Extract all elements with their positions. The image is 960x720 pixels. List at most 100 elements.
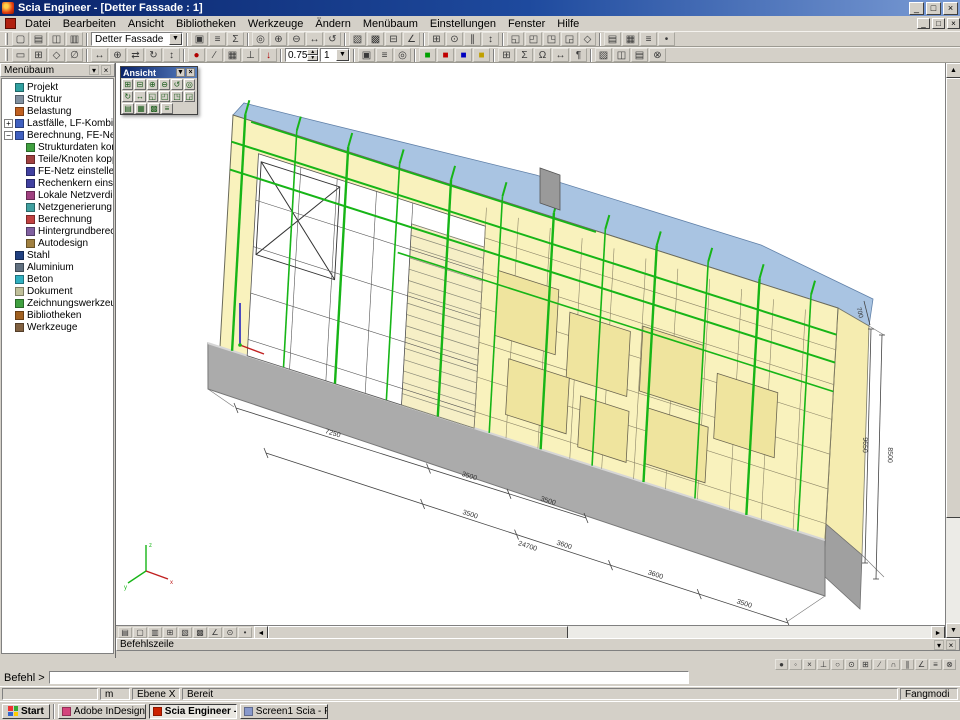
menu-bearbeiten[interactable]: Bearbeiten bbox=[57, 17, 122, 31]
status-snap-modes[interactable]: Fangmodi bbox=[900, 688, 958, 700]
activity-icon[interactable]: ▣ bbox=[358, 48, 375, 62]
task-button-adobe-indesign-c[interactable]: Adobe InDesign C... bbox=[58, 704, 146, 719]
menu-hilfe[interactable]: Hilfe bbox=[551, 17, 585, 31]
child-window-icon[interactable] bbox=[5, 18, 16, 29]
select-icon[interactable]: ▭ bbox=[12, 48, 29, 62]
pan-icon[interactable]: ↔ bbox=[306, 32, 323, 46]
menu-werkzeuge[interactable]: Werkzeuge bbox=[242, 17, 309, 31]
select-poly-icon[interactable]: ◇ bbox=[48, 48, 65, 62]
menu-ndern[interactable]: Ändern bbox=[309, 17, 356, 31]
tree-item-netzgenerierung[interactable]: Netzgenerierung bbox=[2, 201, 113, 213]
color-blue-icon[interactable]: ■ bbox=[455, 48, 472, 62]
wireframe-icon[interactable]: ▧ bbox=[349, 32, 366, 46]
task-button-screen1-scia-paint[interactable]: Screen1 Scia - Paint bbox=[240, 704, 328, 719]
zoom-window-icon[interactable]: ⊟ bbox=[134, 79, 145, 90]
copy-icon[interactable]: ⊕ bbox=[109, 48, 126, 62]
tree-item-strukturdaten-kontrollieren[interactable]: Strukturdaten kontrollieren bbox=[2, 141, 113, 153]
minimize-button[interactable]: _ bbox=[917, 18, 930, 29]
zoom-out-icon[interactable]: ⊖ bbox=[159, 79, 170, 90]
zoom-window-icon[interactable]: ◎ bbox=[252, 32, 269, 46]
render-mode-icon[interactable]: ▦ bbox=[135, 103, 147, 114]
node-icon[interactable]: ● bbox=[188, 48, 205, 62]
axes-icon[interactable]: ∠ bbox=[403, 32, 420, 46]
zoom-fit-icon[interactable]: ⊞ bbox=[163, 627, 177, 638]
load-arrow-icon[interactable]: ↓ bbox=[260, 48, 277, 62]
calculator-icon[interactable]: Σ bbox=[227, 32, 244, 46]
close-button[interactable]: × bbox=[947, 18, 960, 29]
tree-item-autodesign[interactable]: Autodesign bbox=[2, 237, 113, 249]
zoom-previous-icon[interactable]: ↺ bbox=[171, 79, 182, 90]
mesh-icon[interactable]: ⊞ bbox=[498, 48, 515, 62]
start-button[interactable]: Start bbox=[2, 704, 50, 719]
support-icon[interactable]: ⊥ bbox=[242, 48, 259, 62]
close-icon[interactable]: × bbox=[101, 65, 111, 75]
top-view-icon[interactable]: ◰ bbox=[525, 32, 542, 46]
tree-item-berechnung-fe-netz[interactable]: −Berechnung, FE-Netz bbox=[2, 129, 113, 141]
scale-stepper[interactable]: 0.75 ▲▼ bbox=[285, 48, 319, 62]
color-green-icon[interactable]: ■ bbox=[419, 48, 436, 62]
grid-toggle-icon[interactable]: ⊙ bbox=[223, 627, 237, 638]
restore-button[interactable]: □ bbox=[926, 2, 941, 15]
view-top-icon[interactable]: ◰ bbox=[159, 91, 170, 102]
vertical-scrollbar[interactable]: ▲ ▼ bbox=[945, 63, 960, 638]
side-view-icon[interactable]: ◳ bbox=[543, 32, 560, 46]
section-icon[interactable]: ⊟ bbox=[385, 32, 402, 46]
snap-icon[interactable]: ⊙ bbox=[446, 32, 463, 46]
scroll-left-icon[interactable]: ◄ bbox=[254, 626, 268, 639]
render-icon[interactable]: ▩ bbox=[367, 32, 384, 46]
snap-polar-icon[interactable]: ∠ bbox=[915, 659, 928, 670]
open-icon[interactable]: ▤ bbox=[30, 32, 47, 46]
tree-item-aluminium[interactable]: Aluminium bbox=[2, 261, 113, 273]
view-front-icon[interactable]: ◱ bbox=[147, 91, 158, 102]
print-icon[interactable]: ▥ bbox=[148, 627, 162, 638]
tree-item-zeichnungswerkzeuge[interactable]: Zeichnungswerkzeuge bbox=[2, 297, 113, 309]
beam-icon[interactable]: ∕ bbox=[206, 48, 223, 62]
menu-tree-header[interactable]: Menübaum ▾ × bbox=[0, 63, 115, 77]
axon-view-icon[interactable]: ◲ bbox=[561, 32, 578, 46]
zoom-in-icon[interactable]: ⊕ bbox=[270, 32, 287, 46]
color-yellow-icon[interactable]: ■ bbox=[473, 48, 490, 62]
palette-menu-icon[interactable]: ▼ bbox=[176, 68, 185, 77]
menu-ansicht[interactable]: Ansicht bbox=[122, 17, 170, 31]
tree-item-projekt[interactable]: Projekt bbox=[2, 81, 113, 93]
close-button[interactable]: × bbox=[943, 2, 958, 15]
snap-midpoint-icon[interactable]: ◦ bbox=[789, 659, 802, 670]
view-axon-icon[interactable]: ◲ bbox=[184, 91, 195, 102]
front-view-icon[interactable]: ◱ bbox=[507, 32, 524, 46]
scroll-right-icon[interactable]: ► bbox=[931, 626, 945, 639]
tree-item-berechnung[interactable]: Berechnung bbox=[2, 213, 113, 225]
rotate-view-icon[interactable]: ↻ bbox=[122, 91, 133, 102]
tree-item-belastung[interactable]: Belastung bbox=[2, 105, 113, 117]
gallery-icon[interactable]: ▦ bbox=[622, 32, 639, 46]
view-settings-icon[interactable]: ▤ bbox=[122, 103, 134, 114]
tree-item-fe-netz-einstellen[interactable]: FE-Netz einstellen bbox=[2, 165, 113, 177]
menu-datei[interactable]: Datei bbox=[19, 17, 57, 31]
tree-item-hintergrundberechnung[interactable]: Hintergrundberechnung bbox=[2, 225, 113, 237]
tree-item-stahl[interactable]: Stahl bbox=[2, 249, 113, 261]
tree-item-lastf-lle-lf-kombination[interactable]: +Lastfälle, LF-Kombination bbox=[2, 117, 113, 129]
calculation-icon[interactable]: Σ bbox=[516, 48, 533, 62]
tree-item-werkzeuge[interactable]: Werkzeuge bbox=[2, 321, 113, 333]
wireframe-icon[interactable]: ▧ bbox=[178, 627, 192, 638]
horizontal-scrollbar[interactable]: ◄ ► bbox=[254, 626, 945, 639]
copy-picture-icon[interactable]: ▣ bbox=[191, 32, 208, 46]
close-icon[interactable]: × bbox=[946, 640, 956, 650]
previous-view-icon[interactable]: ↺ bbox=[324, 32, 341, 46]
tree-item-lokale-netzverdichtung[interactable]: Lokale Netzverdichtung bbox=[2, 189, 113, 201]
dimension-icon[interactable]: ↔ bbox=[552, 48, 569, 62]
print-icon[interactable]: ▥ bbox=[66, 32, 83, 46]
new-icon[interactable]: ▢ bbox=[12, 32, 29, 46]
snap-grid-icon[interactable]: ⊞ bbox=[859, 659, 872, 670]
layer-manager-icon[interactable]: ≡ bbox=[376, 48, 393, 62]
snap-perpendicular-icon[interactable]: ⊥ bbox=[817, 659, 830, 670]
perspective-icon[interactable]: ◇ bbox=[579, 32, 596, 46]
plate-icon[interactable]: ▦ bbox=[224, 48, 241, 62]
menu-bibliotheken[interactable]: Bibliotheken bbox=[170, 17, 242, 31]
shading-icon[interactable]: ▩ bbox=[148, 103, 160, 114]
menu-fenster[interactable]: Fenster bbox=[502, 17, 551, 31]
3d-viewport-scene[interactable]: 7250350035003500360036003500247007009650… bbox=[116, 63, 945, 625]
command-input[interactable] bbox=[49, 671, 689, 684]
menu-men-baum[interactable]: Menübaum bbox=[357, 17, 424, 31]
tree-item-teile-knoten-koppeln[interactable]: Teile/Knoten koppeln bbox=[2, 153, 113, 165]
bitmap-icon[interactable]: ▨ bbox=[595, 48, 612, 62]
